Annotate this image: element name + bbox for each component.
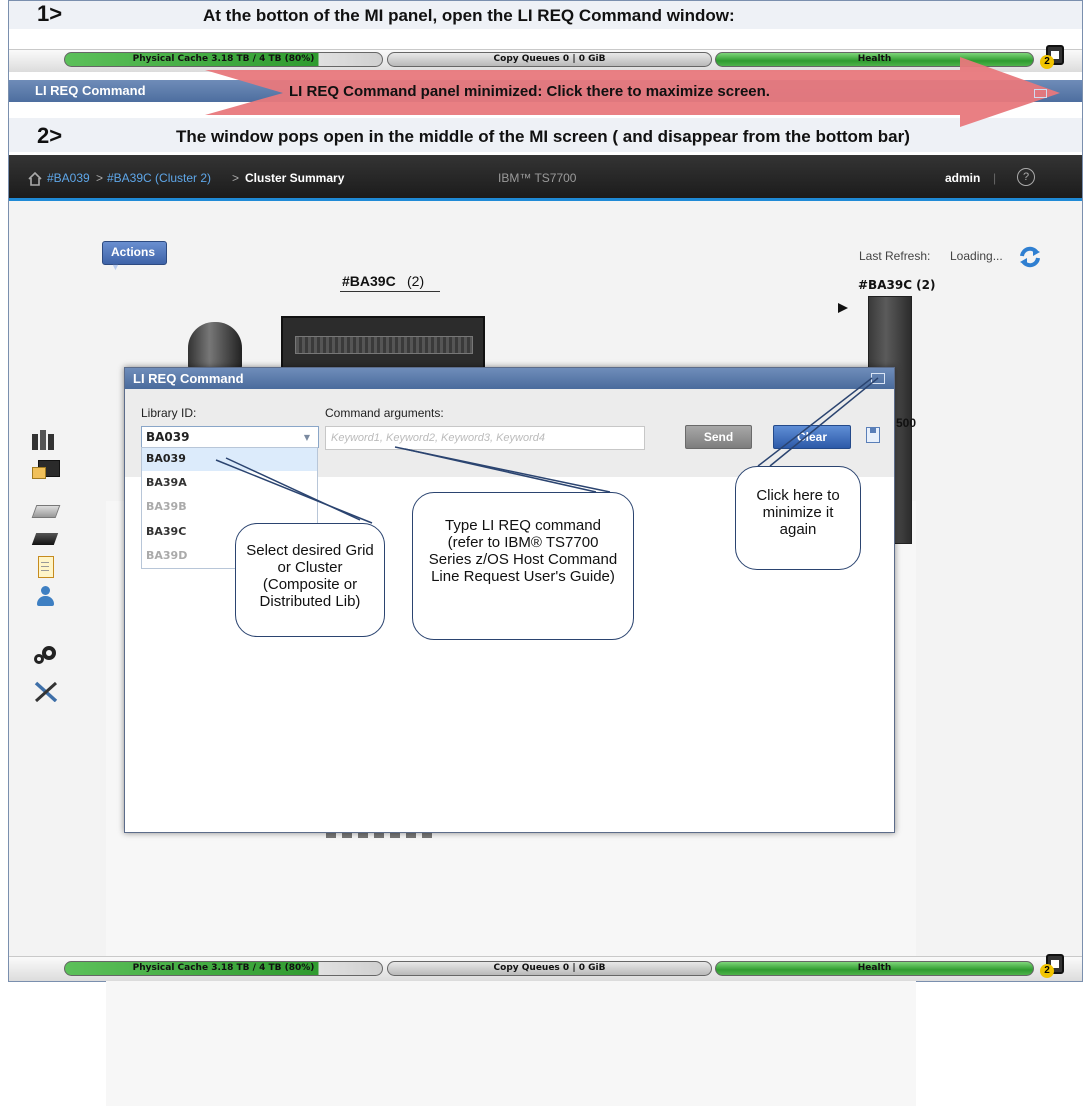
command-args-label: Command arguments: [325,406,444,420]
clusters-icon[interactable] [32,430,60,452]
clear-button[interactable]: Clear [773,425,851,449]
maximize-hint-text: LI REQ Command panel minimized: Click th… [289,83,770,100]
step1-number: 1> [37,1,63,26]
dialog-title-bar: LI REQ Command [125,368,894,389]
user-name[interactable]: admin [945,171,980,185]
help-icon[interactable]: ? [1017,168,1035,186]
clipboard-icon[interactable] [32,556,60,578]
alert-count-badge: 2 [1040,55,1054,69]
monitor-icon[interactable] [32,460,60,482]
app-header: #BA039 > #BA39C (Cluster 2) > Cluster Su… [9,155,1082,201]
callout-select-library: Select desired Grid or Cluster (Composit… [235,523,385,637]
physical-cache-pill[interactable]: Physical Cache 3.18 TB / 4 TB (80%) [64,52,383,67]
health-pill[interactable]: Health [715,52,1034,67]
step1-text: At the botton of the MI panel, open the … [203,6,735,25]
breadcrumb-cluster[interactable]: #BA39C (Cluster 2) [107,171,211,185]
save-icon[interactable] [866,427,880,443]
tools-icon[interactable] [32,680,60,702]
refresh-icon[interactable] [1018,246,1042,268]
library-option-ba39a[interactable]: BA39A [142,472,317,495]
library-option-ba039[interactable]: BA039 [142,448,317,471]
send-button[interactable]: Send [685,425,752,449]
minimized-panel-label: LI REQ Command [35,83,146,98]
virtual-drive-icon[interactable] [31,500,61,522]
minimize-dialog-icon[interactable] [871,373,885,384]
alert-icon-bottom[interactable]: 2 [1040,954,1064,978]
page-title: Cluster Summary [245,171,345,185]
last-refresh-value: Loading... [950,249,1003,263]
step2-row: 2> The window pops open in the middle of… [9,118,1082,152]
breadcrumb-separator: > [232,171,240,185]
alert-count-badge: 2 [1040,964,1054,978]
maximize-panel-icon[interactable] [1034,89,1047,98]
mini-cluster-title: #BA39C (2) [858,278,936,292]
cluster-number: (2) [407,273,425,289]
breadcrumb-separator: > [96,171,104,185]
home-icon[interactable] [28,172,42,186]
callout-type-command: Type LI REQ command (refer to IBM® TS770… [412,492,634,640]
physical-drive-icon[interactable] [31,528,60,550]
copy-queues-pill-bottom[interactable]: Copy Queues 0 | 0 GiB [387,961,712,976]
dialog-title: LI REQ Command [133,371,244,386]
copy-queues-pill[interactable]: Copy Queues 0 | 0 GiB [387,52,712,67]
mini-cluster-label: 500 [896,416,917,430]
cluster-rack-graphic[interactable] [281,316,485,374]
health-pill-bottom[interactable]: Health [715,961,1034,976]
step2-number: 2> [37,123,63,148]
cluster-title: #BA39C [342,273,396,289]
product-name: IBM™ TS7700 [498,171,577,185]
last-refresh-label: Last Refresh: [859,249,931,263]
command-args-input[interactable]: Keyword1, Keyword2, Keyword3, Keyword4 [325,426,645,450]
library-option-ba39b: BA39B [146,500,187,513]
cluster-cache-cylinder[interactable] [188,322,242,370]
alert-icon[interactable]: 2 [1040,45,1064,69]
step1-row: 1> At the botton of the MI panel, open t… [9,1,1082,29]
actions-button[interactable]: Actions ▼ [102,241,167,272]
user-icon[interactable] [32,586,60,608]
library-id-label: Library ID: [141,406,197,420]
gears-icon[interactable] [32,646,60,668]
play-icon[interactable] [838,303,848,313]
breadcrumb-root[interactable]: #BA039 [47,171,90,185]
step2-text: The window pops open in the middle of th… [176,127,910,146]
physical-cache-pill-bottom[interactable]: Physical Cache 3.18 TB / 4 TB (80%) [64,961,383,976]
library-id-select[interactable]: BA039 ▼ [141,426,319,448]
callout-minimize: Click here to minimize it again [735,466,861,570]
